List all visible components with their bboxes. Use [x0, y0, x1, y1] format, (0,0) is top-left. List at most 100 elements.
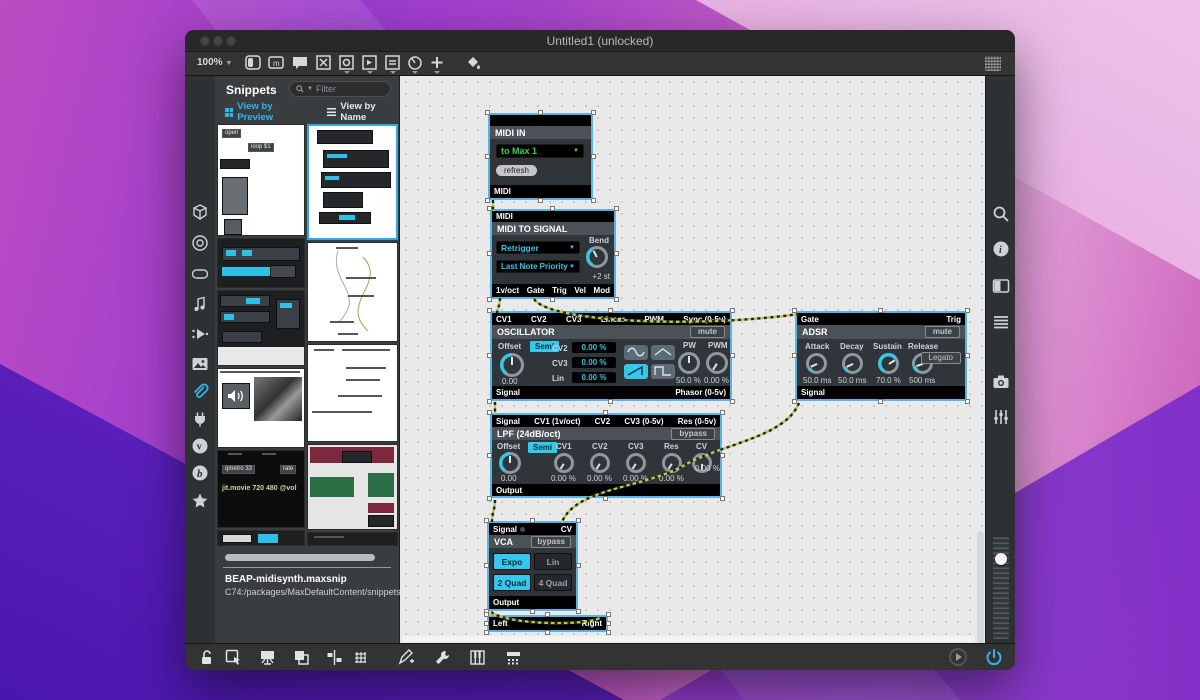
sustain-knob[interactable] — [878, 353, 899, 374]
selection-handle[interactable] — [487, 453, 492, 458]
refresh-button[interactable]: refresh — [496, 165, 537, 176]
rings-icon[interactable] — [191, 234, 209, 252]
selection-handle[interactable] — [576, 563, 581, 568]
pen-new-icon[interactable] — [397, 649, 415, 666]
module-vca[interactable]: SignalCV VCAbypass Expo Lin 2 Quad 4 Qua… — [487, 521, 578, 611]
selection-handle[interactable] — [606, 630, 611, 635]
vca-bypass-button[interactable]: bypass — [531, 536, 571, 548]
selection-handle[interactable] — [591, 110, 596, 115]
audio-note-icon[interactable] — [191, 295, 209, 313]
selection-handle[interactable] — [487, 410, 492, 415]
group-layers-icon[interactable] — [293, 649, 311, 666]
osc-mute-button[interactable]: mute — [690, 326, 725, 338]
camera-icon[interactable] — [992, 373, 1010, 391]
snippets-horizontal-scrollbar[interactable] — [225, 554, 375, 561]
osc-cv2-value[interactable]: 0.00 % — [572, 342, 616, 353]
selection-handle[interactable] — [606, 612, 611, 617]
flonum-icon[interactable] — [385, 55, 403, 71]
sidebar-columns-icon[interactable] — [992, 277, 1010, 295]
selection-handle[interactable] — [614, 251, 619, 256]
favorites-star-icon[interactable] — [191, 492, 209, 510]
module-midi-in[interactable]: MIDI IN to Max 1▼ refresh MIDI — [488, 113, 593, 200]
selection-handle[interactable] — [965, 308, 970, 313]
grid-options-icon[interactable] — [985, 56, 1001, 71]
selection-handle[interactable] — [591, 198, 596, 203]
selection-handle[interactable] — [487, 496, 492, 501]
osc-pwm-knob[interactable] — [706, 352, 728, 374]
selection-handle[interactable] — [487, 251, 492, 256]
selection-handle[interactable] — [538, 198, 543, 203]
snippet-thumbnail[interactable]: open loop $1 — [217, 124, 305, 236]
tab-view-by-name[interactable]: View by Name — [327, 101, 399, 123]
snippet-thumbnail[interactable] — [217, 238, 305, 288]
search-icon[interactable] — [992, 205, 1010, 223]
selection-handle[interactable] — [487, 353, 492, 358]
gain-fader-thumb[interactable] — [995, 553, 1007, 565]
snippet-thumbnail[interactable] — [307, 344, 398, 442]
vca-2quad-button[interactable]: 2 Quad — [493, 574, 531, 591]
osc-wave-saw-selected[interactable] — [624, 364, 648, 379]
button-icon[interactable] — [245, 55, 263, 71]
osc-wave-square[interactable] — [651, 364, 675, 379]
osc-offset-knob[interactable] — [500, 353, 524, 377]
dial-icon[interactable] — [407, 55, 425, 71]
inspector-info-icon[interactable]: i — [992, 240, 1010, 258]
comment-icon[interactable] — [292, 55, 310, 71]
selection-handle[interactable] — [487, 297, 492, 302]
selection-handle[interactable] — [538, 110, 543, 115]
adsr-mute-button[interactable]: mute — [925, 326, 960, 338]
selection-handle[interactable] — [720, 453, 725, 458]
attack-knob[interactable] — [806, 353, 827, 374]
midi-device-dropdown[interactable]: to Max 1▼ — [496, 144, 584, 158]
lpf-cv2-knob[interactable] — [590, 453, 610, 473]
selection-handle[interactable] — [484, 563, 489, 568]
selection-handle[interactable] — [792, 399, 797, 404]
retrigger-dropdown[interactable]: Retrigger▼ — [496, 241, 580, 254]
object-box-icon[interactable]: m — [268, 55, 286, 71]
lpf-semi-toggle[interactable]: Semi — [528, 442, 557, 453]
selection-handle[interactable] — [614, 206, 619, 211]
piano-keys-icon[interactable] — [469, 649, 487, 666]
gain-fader[interactable] — [993, 537, 1009, 639]
selection-handle[interactable] — [576, 518, 581, 523]
lpf-offset-knob[interactable] — [499, 452, 521, 474]
toggle-icon[interactable] — [316, 55, 334, 71]
snippet-thumbnail[interactable] — [217, 368, 305, 448]
module-midi-to-signal[interactable]: MIDI MIDI TO SIGNAL Retrigger▼ Last Note… — [490, 209, 616, 299]
selection-handle[interactable] — [530, 518, 535, 523]
select-cursor-icon[interactable] — [225, 649, 243, 666]
snippet-thumbnail[interactable] — [307, 532, 398, 546]
module-oscillator[interactable]: CV1CV2CV3LinearPWMSync (0-5v) OSCILLATOR… — [490, 311, 732, 401]
selection-handle[interactable] — [487, 206, 492, 211]
canvas-vertical-scrollbar[interactable] — [977, 531, 984, 643]
grid-snap-icon[interactable] — [352, 649, 370, 666]
module-stereo-out[interactable]: LeftRight — [487, 615, 608, 632]
selection-handle[interactable] — [487, 399, 492, 404]
selection-handle[interactable] — [576, 609, 581, 614]
lpf-res-knob[interactable] — [662, 453, 682, 473]
button-tool-icon[interactable] — [191, 265, 209, 283]
selection-handle[interactable] — [591, 154, 596, 159]
priority-dropdown[interactable]: Last Note Priority▼ — [496, 260, 580, 273]
selection-handle[interactable] — [730, 308, 735, 313]
number-box-icon[interactable] — [362, 55, 380, 71]
video-trigger-icon[interactable] — [191, 325, 209, 343]
selection-handle[interactable] — [484, 621, 489, 626]
preview-play-icon[interactable] — [949, 648, 967, 666]
align-icon[interactable] — [326, 649, 344, 666]
snippet-thumbnail[interactable]: qmetro 33 rate jit.movie 720 480 @vol — [217, 450, 305, 528]
selection-handle[interactable] — [965, 399, 970, 404]
selection-handle[interactable] — [603, 496, 608, 501]
lpf-bypass-button[interactable]: bypass — [671, 428, 715, 440]
selection-handle[interactable] — [965, 353, 970, 358]
selection-handle[interactable] — [545, 612, 550, 617]
selection-handle[interactable] — [545, 630, 550, 635]
wrench-icon[interactable] — [434, 649, 452, 666]
module-adsr[interactable]: GateTrig ADSRmute Attack 50.0 ms Decay 5… — [795, 311, 967, 401]
selection-handle[interactable] — [484, 612, 489, 617]
vca-lin-button[interactable]: Lin — [534, 553, 572, 570]
selection-handle[interactable] — [608, 308, 613, 313]
snippet-thumbnail[interactable] — [307, 242, 398, 342]
selection-handle[interactable] — [606, 621, 611, 626]
zoom-level-dropdown[interactable]: 100% ▼ — [197, 57, 232, 68]
